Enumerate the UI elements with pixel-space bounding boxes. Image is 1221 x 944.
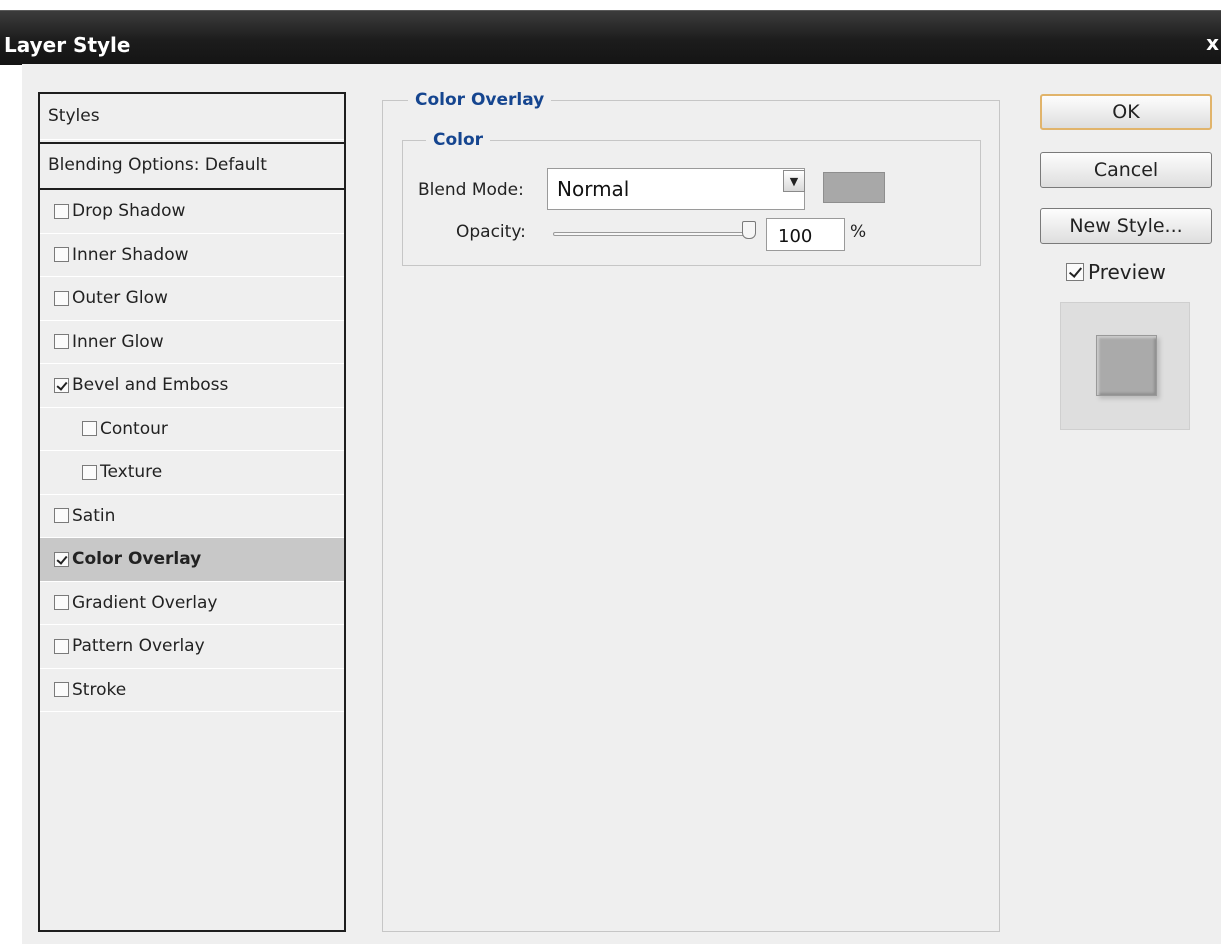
styles-list: Styles Blending Options: Default Drop Sh… [38,92,346,932]
style-item-label: Gradient Overlay [72,592,218,613]
opacity-label: Opacity: [456,222,526,242]
checkbox-pattern-overlay[interactable] [54,638,69,654]
style-item-label: Texture [100,462,163,483]
style-item-contour[interactable]: Contour [40,408,344,451]
close-icon[interactable]: x [1206,31,1219,55]
style-item-label: Satin [72,505,116,526]
style-item-texture[interactable]: Texture [40,451,344,495]
preview-label: Preview [1088,260,1166,284]
opacity-input[interactable]: 100 [766,218,845,251]
style-item-bevel-emboss[interactable]: Bevel and Emboss [40,364,344,408]
checkbox-bevel-emboss[interactable] [54,377,69,393]
preview-square [1096,335,1157,396]
preview-thumbnail [1060,302,1190,430]
opacity-unit: % [850,222,867,242]
checkbox-outer-glow[interactable] [54,290,69,306]
style-item-label: Color Overlay [72,549,202,570]
style-item-label: Pattern Overlay [72,636,205,657]
style-item-color-overlay[interactable]: Color Overlay [40,538,344,582]
style-item-stroke[interactable]: Stroke [40,669,344,712]
style-item-pattern-overlay[interactable]: Pattern Overlay [40,625,344,669]
blend-mode-label: Blend Mode: [418,180,524,200]
blending-options-item[interactable]: Blending Options: Default [40,144,344,190]
checkbox-drop-shadow[interactable] [54,203,69,219]
opacity-slider-track[interactable] [553,232,745,236]
cancel-button[interactable]: Cancel [1040,152,1212,188]
preview-toggle[interactable]: Preview [1066,260,1166,284]
new-style-button[interactable]: New Style... [1040,208,1212,244]
checkbox-gradient-overlay[interactable] [54,595,69,611]
styles-header[interactable]: Styles [40,94,344,144]
style-item-label: Contour [100,418,168,439]
style-item-label: Drop Shadow [72,201,186,222]
opacity-slider-handle[interactable] [742,221,756,239]
style-item-drop-shadow[interactable]: Drop Shadow [40,190,344,234]
ok-button[interactable]: OK [1040,94,1212,130]
title-bar: Layer Style x [0,10,1221,65]
style-item-label: Inner Glow [72,331,164,352]
style-item-inner-shadow[interactable]: Inner Shadow [40,234,344,277]
checkbox-texture[interactable] [82,464,97,480]
checkbox-contour[interactable] [82,421,97,437]
checkbox-color-overlay[interactable] [54,551,69,567]
chevron-down-icon[interactable]: ▼ [783,170,805,192]
color-swatch[interactable] [823,172,885,203]
style-item-satin[interactable]: Satin [40,495,344,538]
blend-mode-select[interactable]: Normal [547,168,805,210]
style-item-label: Bevel and Emboss [72,375,229,396]
color-overlay-title: Color Overlay [408,90,552,110]
style-item-inner-glow[interactable]: Inner Glow [40,321,344,364]
style-item-label: Inner Shadow [72,244,189,265]
checkbox-inner-glow[interactable] [54,334,69,350]
style-item-label: Stroke [72,679,127,700]
checkbox-satin[interactable] [54,508,69,524]
checkbox-stroke[interactable] [54,682,69,698]
window-title: Layer Style [4,33,131,57]
color-group-title: Color [426,130,491,150]
preview-checkbox[interactable] [1066,263,1084,281]
style-item-label: Outer Glow [72,288,168,309]
style-item-gradient-overlay[interactable]: Gradient Overlay [40,582,344,625]
checkbox-inner-shadow[interactable] [54,247,69,263]
style-item-outer-glow[interactable]: Outer Glow [40,277,344,321]
